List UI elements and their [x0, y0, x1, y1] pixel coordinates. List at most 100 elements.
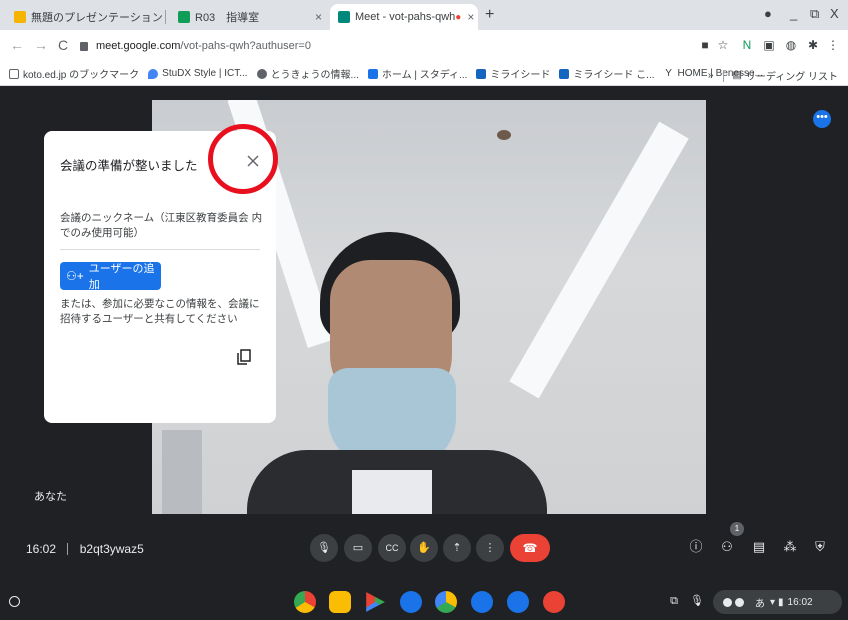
sheets-icon	[178, 11, 190, 23]
panel-title: 会議の準備が整いました	[60, 159, 198, 173]
add-user-button[interactable]: ⚇+ ユーザーの追加	[60, 262, 161, 291]
bookmarks-overflow-icon[interactable]: »	[708, 70, 714, 81]
reading-list-label: リーディング リスト	[745, 72, 838, 83]
tab-separator	[165, 10, 166, 24]
more-options-icon[interactable]: •••	[813, 110, 831, 128]
bookmark-label: koto.ed.jp のブックマーク	[23, 70, 140, 81]
status-tray[interactable]: あ ▾ ▮ 16:02	[713, 590, 842, 614]
url-path: /vot-pahs-qwh?authuser=0	[180, 40, 311, 52]
drop-icon	[148, 68, 159, 79]
hand-icon: ✋	[417, 542, 431, 554]
lock-icon	[80, 41, 88, 51]
close-icon[interactable]: ×	[309, 10, 322, 24]
raise-hand-button[interactable]: ✋	[410, 534, 438, 562]
wifi-icon: ▾	[770, 596, 776, 608]
more-options-button[interactable]: ⋮	[476, 534, 504, 562]
bookmark-miraiseed[interactable]: ミライシード	[476, 66, 550, 81]
people-icon[interactable]: ⚇	[718, 538, 736, 556]
reload-icon[interactable]: C	[58, 37, 68, 53]
address-toolbar: ← → C meet.google.com /vot-pahs-qwh?auth…	[0, 30, 848, 62]
meet-control-bar: 16:02 b2qt3ywaz5 🎙 ▭ CC ✋ ⇡ ⋮ ☎ ⓘ ⚇ ▤ ⁂ …	[0, 526, 848, 574]
meeting-code: b2qt3ywaz5	[79, 542, 144, 556]
meeting-time: 16:02	[26, 542, 57, 556]
files-app[interactable]	[400, 591, 422, 613]
z-icon	[367, 68, 378, 79]
ceiling-detector	[497, 130, 511, 140]
highlight-circle	[208, 124, 278, 194]
gallery-app[interactable]	[543, 591, 565, 613]
bookmark-koto[interactable]: koto.ed.jp のブックマーク	[9, 66, 139, 81]
nickname-text: 会議のニックネーム（江東区教育委員会 内でのみ使用可能）	[60, 212, 263, 239]
host-controls-icon[interactable]: ⛨	[811, 538, 829, 556]
meet-app[interactable]	[471, 591, 493, 613]
tab-title: 無題のプレゼンテーション - G	[31, 12, 166, 24]
tab-presentation[interactable]: 無題のプレゼンテーション - G ×	[6, 4, 166, 30]
mail-icon	[476, 68, 487, 79]
tab-title: R03 指導室	[195, 12, 260, 24]
share-info-text: または、参加に必要なこの情報を、会議に招待するユーザーと共有してください	[60, 298, 260, 325]
bookmark-label: StuDX Style | ICT...	[162, 68, 248, 79]
bookmark-tokyo-info[interactable]: とうきょうの情報...	[256, 66, 359, 81]
clipboard-icon[interactable]: ⧉	[667, 594, 681, 608]
bookmarks-bar: koto.ed.jp のブックマーク StuDX Style | ICT... …	[0, 62, 848, 86]
chrome-app[interactable]	[294, 591, 316, 613]
ceiling-panel	[162, 430, 202, 514]
play-store-app[interactable]	[366, 592, 385, 612]
camera-app[interactable]	[507, 591, 529, 613]
new-tab-button[interactable]: +	[485, 6, 494, 24]
drive-app[interactable]	[435, 591, 457, 613]
forward-icon[interactable]: →	[34, 37, 48, 53]
restore-icon[interactable]: ⧉	[810, 6, 819, 22]
mail-icon	[559, 68, 570, 79]
mic-status-icon[interactable]: 🎙	[690, 594, 704, 608]
account-icon[interactable]: ●	[764, 6, 772, 21]
browser-menu-icon[interactable]: ⋮	[826, 38, 840, 52]
bookmark-label: ミライシード	[490, 70, 551, 81]
divider	[60, 249, 260, 250]
captions-button[interactable]: CC	[378, 534, 406, 562]
extension-n-icon[interactable]: N	[740, 38, 754, 52]
close-icon[interactable]: ×	[461, 10, 474, 24]
hang-up-icon: ☎	[522, 541, 538, 555]
mic-button[interactable]: 🎙	[310, 534, 338, 562]
ime-indicator: あ	[755, 598, 765, 610]
battery-icon: ▮	[778, 596, 784, 608]
more-vert-icon: ⋮	[484, 542, 496, 554]
window-close-icon[interactable]: X	[830, 6, 839, 21]
bookmark-studx[interactable]: StuDX Style | ICT...	[148, 68, 248, 79]
leave-call-button[interactable]: ☎	[510, 534, 550, 562]
camera-button[interactable]: ▭	[344, 534, 372, 562]
chat-icon[interactable]: ▤	[750, 538, 768, 556]
meeting-details-icon[interactable]: ⓘ	[687, 538, 705, 556]
url-host: meet.google.com	[96, 40, 181, 52]
participants-count-badge: 1	[730, 522, 744, 536]
star-icon[interactable]: ☆	[716, 38, 730, 52]
launcher-icon[interactable]	[9, 596, 20, 607]
extensions-puzzle-icon[interactable]: ✱	[806, 38, 820, 52]
present-icon: ⇡	[452, 542, 462, 554]
extension-square-icon[interactable]: ▣	[762, 38, 776, 52]
notification-dot-icon	[735, 597, 744, 607]
present-button[interactable]: ⇡	[443, 534, 471, 562]
copy-icon[interactable]	[237, 349, 251, 365]
mic-icon: 🎙	[317, 542, 331, 554]
os-shelf: ⧉ 🎙 あ ▾ ▮ 16:02	[0, 584, 848, 620]
classroom-app[interactable]	[329, 591, 351, 613]
tab-meet[interactable]: Meet - vot-pahs-qwh ● ×	[330, 4, 478, 30]
divider	[67, 543, 69, 555]
back-icon[interactable]: ←	[10, 37, 24, 53]
add-user-label: ユーザーの追加	[88, 263, 155, 291]
tab-title: Meet - vot-pahs-qwh	[355, 11, 456, 23]
bookmark-study-home[interactable]: ホーム | スタディ...	[367, 66, 467, 81]
browser-tab-strip: 無題のプレゼンテーション - G × R03 指導室 × Meet - vot-…	[0, 0, 848, 30]
camera-in-use-icon[interactable]: ■	[698, 38, 712, 52]
bookmark-label: ミライシード こ...	[573, 70, 655, 81]
minimize-icon[interactable]: _	[790, 6, 797, 21]
tab-r03[interactable]: R03 指導室 ×	[170, 4, 330, 30]
meet-icon	[338, 11, 350, 23]
activities-icon[interactable]: ⁂	[781, 538, 799, 556]
reading-list-button[interactable]: » ▤ リーディング リスト	[708, 68, 838, 83]
bookmark-miraiseed-2[interactable]: ミライシード こ...	[559, 66, 655, 81]
url-field[interactable]: meet.google.com /vot-pahs-qwh?authuser=0	[80, 35, 311, 57]
extension-brush-icon[interactable]: ◍	[784, 38, 798, 52]
